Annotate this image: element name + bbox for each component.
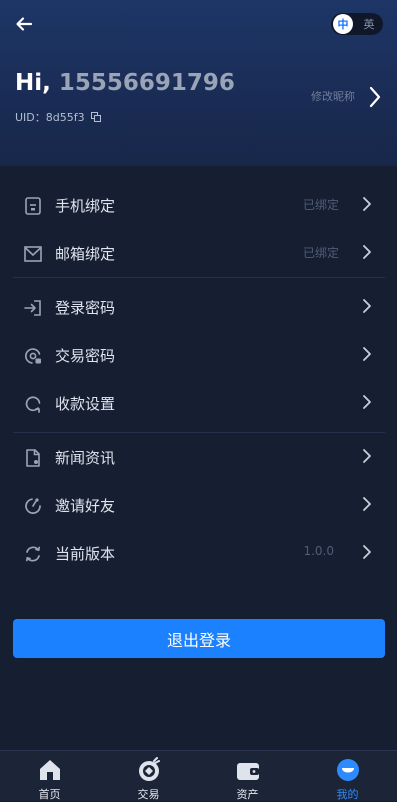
menu-label: 新闻资讯 [55, 449, 116, 467]
menu-item-news[interactable]: 新闻资讯 [0, 434, 397, 482]
language-toggle[interactable]: 中 英 [331, 13, 383, 35]
chevron-right-icon [363, 497, 371, 511]
menu-label: 交易密码 [55, 347, 116, 365]
menu-label: 邀请好友 [55, 497, 116, 515]
bind-status: 已绑定 [302, 246, 339, 260]
version-number: 1.0.0 [303, 544, 334, 558]
profile-icon [337, 759, 359, 781]
menu-item-current-version[interactable]: 当前版本 1.0.0 [0, 530, 397, 578]
lock-badge-icon [25, 348, 41, 364]
chevron-right-icon [363, 449, 371, 463]
chevron-right-icon [363, 245, 371, 259]
chevron-right-icon [363, 347, 371, 361]
document-icon [26, 449, 40, 467]
copy-icon[interactable] [90, 112, 101, 122]
sync-icon [26, 546, 40, 562]
trade-icon [139, 757, 160, 781]
greeting-hi: Hi, [15, 70, 51, 96]
menu-item-login-password[interactable]: 登录密码 [0, 284, 397, 332]
chevron-right-icon [363, 545, 371, 559]
share-icon [25, 498, 41, 514]
chevron-right-icon [363, 197, 371, 211]
chevron-right-icon [363, 395, 371, 409]
bind-status: 已绑定 [302, 198, 339, 212]
bottom-tab-bar: 首页 交易 资产 我的 [0, 750, 397, 801]
tab-mine[interactable]: 我的 [298, 751, 397, 801]
lang-en-option[interactable]: 英 [359, 14, 379, 34]
uid-row: UID：8d55f3 [15, 109, 101, 125]
user-phone: 15556691796 [58, 70, 235, 96]
divider [13, 277, 385, 278]
chevron-right-icon [363, 299, 371, 313]
tab-home[interactable]: 首页 [0, 751, 99, 801]
greeting: Hi, 15556691796 [15, 70, 235, 96]
lang-zh-option[interactable]: 中 [333, 14, 353, 34]
menu-item-payment-settings[interactable]: 收款设置 [0, 380, 397, 428]
menu-item-phone-bind[interactable]: 手机绑定 已绑定 [0, 182, 397, 230]
refresh-icon [25, 396, 41, 413]
back-arrow-icon[interactable] [14, 14, 34, 34]
menu-item-invite-friends[interactable]: 邀请好友 [0, 482, 397, 530]
wallet-icon [237, 763, 259, 780]
profile-header: 中 英 Hi, 15556691796 UID：8d55f3 修改昵称 [0, 0, 397, 166]
menu-label: 当前版本 [55, 545, 116, 563]
login-icon [24, 300, 41, 316]
phone-icon [25, 197, 41, 215]
menu-label: 收款设置 [55, 395, 116, 413]
menu-label: 邮箱绑定 [55, 245, 116, 263]
menu-label: 手机绑定 [55, 197, 116, 215]
edit-nickname-link[interactable]: 修改昵称 [311, 88, 355, 104]
edit-nickname-chevron-icon[interactable] [367, 85, 383, 109]
uid-text: UID：8d55f3 [15, 111, 85, 124]
tab-trade[interactable]: 交易 [99, 751, 198, 801]
menu-label: 登录密码 [55, 299, 116, 317]
menu-item-email-bind[interactable]: 邮箱绑定 已绑定 [0, 230, 397, 278]
tab-assets[interactable]: 资产 [198, 751, 297, 801]
menu-item-trade-password[interactable]: 交易密码 [0, 332, 397, 380]
mail-icon [24, 246, 42, 262]
logout-button[interactable]: 退出登录 [13, 619, 385, 658]
divider [13, 432, 385, 433]
home-icon [40, 760, 60, 780]
